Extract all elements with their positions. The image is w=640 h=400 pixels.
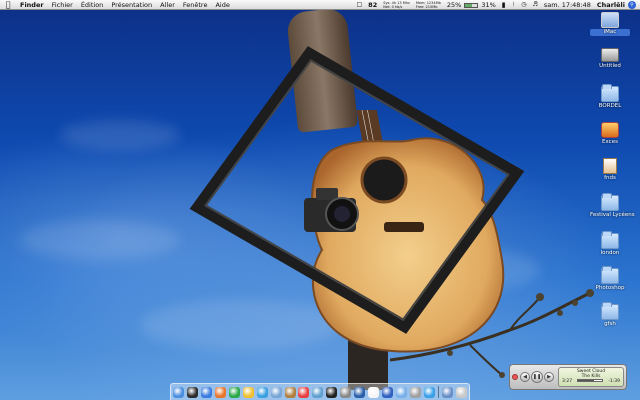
quicktime-icon[interactable]	[382, 386, 394, 398]
menu-presentation[interactable]: Présentation	[107, 0, 156, 10]
system-stats[interactable]: Sys: 4h 13 Mhz Net: 0 kb/s	[380, 1, 413, 9]
desktop-icon-label: london	[600, 250, 620, 256]
time-row: 3:27 -1:39	[559, 379, 623, 384]
downloads-icon[interactable]	[441, 386, 453, 398]
desktop-icon-label: Untitled	[599, 63, 621, 69]
itunes-icon[interactable]	[228, 386, 240, 398]
preview-icon[interactable]	[312, 386, 324, 398]
cloud	[60, 120, 180, 150]
desktop-icon-photoshop[interactable]: Photoshop	[590, 266, 630, 292]
terminal-icon[interactable]	[326, 386, 338, 398]
itunes-mini-player: ◀ ❚❚ ▶ Sweet Cloud The Kills 3:27 -1:39	[509, 364, 627, 390]
monitor-icon[interactable]: □	[354, 0, 366, 10]
imac-icon	[601, 12, 619, 28]
folder-icon	[601, 231, 619, 249]
cloud	[20, 220, 180, 260]
cpu-percent[interactable]: 25%	[444, 0, 464, 10]
desktop-icon-festival-lyceens[interactable]: Festival Lycéens	[590, 193, 635, 219]
previous-track-button[interactable]: ◀	[520, 372, 530, 382]
next-track-button[interactable]: ▶	[544, 372, 554, 382]
desktop-icon-label: Festival Lycéens	[590, 212, 635, 218]
sys-stat-line-2: Net: 0 kb/s	[383, 5, 403, 9]
folder-icon	[601, 302, 619, 320]
battery-percent[interactable]: 31%	[478, 0, 498, 10]
battery-icon[interactable]: ▮	[499, 0, 509, 10]
folder-icon	[601, 193, 619, 211]
desktop-icon-bordel[interactable]: BORDEL	[590, 84, 630, 110]
cpu-meter	[464, 2, 479, 8]
dock-separator	[437, 386, 439, 398]
user-name[interactable]: Charlēli	[594, 0, 628, 10]
app-store-icon[interactable]	[423, 386, 435, 398]
document-icon	[603, 158, 617, 174]
desktop-icon-label: gfsh	[604, 321, 616, 327]
desktop	[0, 0, 640, 400]
desktop-icon-label: iMac	[590, 29, 630, 36]
desktop-icon-label: BORDEL	[598, 103, 622, 109]
folder-icon[interactable]	[396, 386, 407, 398]
safari-icon[interactable]	[200, 386, 212, 398]
trash-icon[interactable]	[455, 386, 467, 398]
dashboard-icon[interactable]	[186, 386, 198, 398]
photoshop-icon[interactable]	[354, 386, 366, 398]
player-display: Sweet Cloud The Kills 3:27 -1:39	[558, 367, 624, 387]
menu-finder[interactable]: Finder	[16, 0, 48, 10]
ichat-icon[interactable]	[256, 386, 268, 398]
mail-icon[interactable]	[270, 386, 282, 398]
desktop-icon-fnds[interactable]: fnds	[590, 158, 630, 182]
menu-aide[interactable]: Aide	[211, 0, 233, 10]
elapsed-time: 3:27	[562, 379, 573, 384]
volume-icon[interactable]: ♬	[529, 0, 540, 10]
desktop-icon-label: Photoshop	[595, 285, 625, 291]
remaining-time: -1:39	[608, 379, 620, 384]
memory-stats[interactable]: Mem: 1234Mb Free: 210Mb	[413, 1, 444, 9]
iphoto-icon[interactable]	[242, 386, 254, 398]
dock	[170, 383, 470, 400]
temperature-readout[interactable]: 82	[365, 0, 380, 10]
player-close-button[interactable]	[512, 374, 518, 380]
mem-stat-line-2: Free: 210Mb	[415, 5, 438, 9]
wifi-icon[interactable]: ◷	[518, 0, 529, 10]
desktop-icon-gfsh[interactable]: gfsh	[590, 302, 630, 328]
menu-extras: □ 82 Sys: 4h 13 Mhz Net: 0 kb/s Mem: 123…	[354, 0, 636, 10]
apple-icon[interactable]: 	[0, 0, 16, 10]
desktop-icon-london[interactable]: london	[590, 231, 630, 257]
spotlight-icon[interactable]: ⚲	[628, 1, 636, 9]
camera-image	[304, 188, 359, 232]
application-icon	[601, 122, 619, 138]
system-preferences-icon[interactable]	[340, 386, 352, 398]
menu-fichier[interactable]: Fichier	[48, 0, 77, 10]
menu-fenetre[interactable]: Fenêtre	[179, 0, 212, 10]
menu-bar:  Finder Fichier Édition Présentation Al…	[0, 0, 640, 10]
finder-icon[interactable]	[173, 386, 184, 398]
play-pause-button[interactable]: ❚❚	[531, 371, 543, 383]
menu-aller[interactable]: Aller	[156, 0, 179, 10]
clock[interactable]: sam. 17:48:48	[541, 0, 594, 10]
desktop-icon-exces[interactable]: Exces	[590, 122, 630, 146]
firefox-icon[interactable]	[214, 386, 226, 398]
network-icon[interactable]	[409, 386, 421, 398]
address-book-icon[interactable]	[284, 386, 296, 398]
desktop-icon-untitled[interactable]: Untitled	[590, 48, 630, 70]
desktop-icon-imac[interactable]: iMac	[590, 12, 630, 36]
menu-edition[interactable]: Édition	[77, 0, 108, 10]
bluetooth-icon[interactable]: ᛂ	[509, 0, 519, 10]
hard-drive-icon	[601, 48, 619, 62]
progress-bar[interactable]	[577, 379, 604, 382]
folder-icon	[601, 84, 619, 102]
desktop-icon-label: Exces	[602, 139, 618, 145]
progress-fill	[578, 380, 595, 381]
folder-icon	[601, 266, 619, 284]
calendar-icon[interactable]	[298, 386, 310, 398]
desktop-icon-label: fnds	[604, 175, 616, 181]
textedit-icon[interactable]	[368, 386, 380, 398]
